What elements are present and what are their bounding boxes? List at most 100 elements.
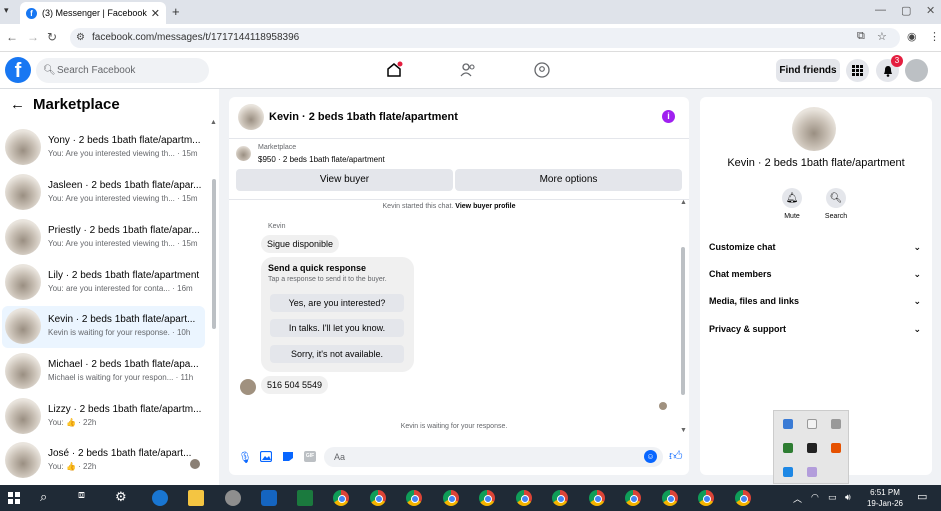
wifi-icon[interactable]: ◠ <box>811 492 819 503</box>
maximize-icon[interactable]: ▢ <box>901 4 911 17</box>
tray-app-icon[interactable] <box>783 467 793 477</box>
chrome-icon[interactable] <box>370 490 386 506</box>
tray-app-icon[interactable] <box>783 419 793 429</box>
home-icon[interactable] <box>385 61 403 79</box>
settings-gear-icon[interactable]: ⚙ <box>115 489 127 505</box>
conversation-item[interactable]: Priestly · 2 beds 1bath flate/apar... Yo… <box>2 217 205 259</box>
chrome-icon[interactable] <box>552 490 568 506</box>
scroll-up-icon[interactable]: ▲ <box>680 199 687 206</box>
chat-title[interactable]: Kevin · 2 beds 1bath flate/apartment <box>269 111 458 123</box>
app-icon[interactable] <box>225 490 241 506</box>
bookmark-star-icon[interactable]: ☆ <box>877 30 887 43</box>
thumbs-up-icon[interactable]: 👍︎ <box>669 448 683 464</box>
menu-grid-icon[interactable] <box>846 59 869 82</box>
facebook-logo[interactable]: f <box>5 57 31 83</box>
minimize-icon[interactable]: — <box>875 4 886 16</box>
chat-scrollbar[interactable] <box>681 247 685 395</box>
tab-search-icon[interactable]: ▾ <box>4 5 9 16</box>
conversation-list-scrollbar[interactable] <box>212 179 216 329</box>
windows-start-icon[interactable] <box>8 492 20 504</box>
battery-icon[interactable]: ▭ <box>828 492 837 503</box>
back-icon[interactable]: ← <box>6 30 18 44</box>
outlook-icon[interactable] <box>261 490 277 506</box>
profile-icon[interactable]: ◉ <box>907 30 917 43</box>
chrome-icon[interactable] <box>662 490 678 506</box>
conversation-item-active[interactable]: Kevin · 2 beds 1bath flate/apart... Kevi… <box>2 306 205 348</box>
listing-price-title[interactable]: $950 · 2 beds 1bath flate/apartment <box>258 155 385 164</box>
url-field[interactable]: ⚙ facebook.com/messages/t/17171441189583… <box>70 28 900 48</box>
account-avatar[interactable] <box>905 59 928 82</box>
taskbar-search-icon[interactable]: ⌕ <box>40 489 47 505</box>
cast-icon[interactable]: ⧉ <box>857 30 865 43</box>
chat-members-row[interactable]: Chat members ⌄ <box>709 264 923 284</box>
view-buyer-profile-link[interactable]: View buyer profile <box>455 203 515 210</box>
chrome-icon[interactable] <box>625 490 641 506</box>
tab-close-icon[interactable]: ✕ <box>151 7 160 20</box>
task-view-icon[interactable]: ⧈ <box>78 489 85 502</box>
sticker-icon[interactable] <box>282 451 294 462</box>
conversation-item[interactable]: Michael · 2 beds 1bath flate/apa... Mich… <box>2 351 205 393</box>
search-button[interactable]: 🔍︎ Search <box>816 188 856 220</box>
taskbar-clock[interactable]: 6:51 PM 19-Jan-26 <box>860 487 910 509</box>
chat-avatar[interactable] <box>238 104 264 130</box>
microphone-icon[interactable]: 🎙︎ <box>238 451 252 464</box>
media-files-row[interactable]: Media, files and links ⌄ <box>709 291 923 311</box>
customize-chat-row[interactable]: Customize chat ⌄ <box>709 237 923 257</box>
find-friends-button[interactable]: Find friends <box>776 59 840 82</box>
notification-center-icon[interactable]: ▭ <box>917 490 927 503</box>
quick-response-option[interactable]: In talks. I'll let you know. <box>270 319 404 337</box>
quick-response-option[interactable]: Yes, are you interested? <box>270 294 404 312</box>
more-options-button[interactable]: More options <box>455 169 682 191</box>
new-tab-button[interactable]: + <box>172 4 180 19</box>
privacy-support-row[interactable]: Privacy & support ⌄ <box>709 319 923 339</box>
conversation-item[interactable]: Lily · 2 beds 1bath flate/apartment You:… <box>2 262 205 304</box>
chrome-icon[interactable] <box>516 490 532 506</box>
tray-app-icon[interactable] <box>807 467 817 477</box>
edge-icon[interactable] <box>152 490 168 506</box>
scroll-up-icon[interactable]: ▲ <box>210 119 217 126</box>
conversation-item[interactable]: José · 2 beds 1bath flate/apart... You: … <box>2 440 205 482</box>
scroll-down-icon[interactable]: ▼ <box>680 427 687 434</box>
volume-icon[interactable]: 🔊︎ <box>845 492 851 503</box>
chrome-icon[interactable] <box>443 490 459 506</box>
photo-icon[interactable] <box>260 451 272 462</box>
chrome-icon[interactable] <box>479 490 495 506</box>
tray-app-icon[interactable] <box>807 419 817 429</box>
quick-response-option[interactable]: Sorry, it's not available. <box>270 345 404 363</box>
seen-avatar <box>190 459 200 469</box>
back-arrow-icon[interactable]: ← <box>10 96 25 113</box>
chevron-down-icon: ⌄ <box>913 242 921 252</box>
file-explorer-icon[interactable] <box>188 490 204 506</box>
cloud-icon[interactable] <box>831 419 841 429</box>
tray-app-icon[interactable] <box>807 443 817 453</box>
tray-app-icon[interactable] <box>783 443 793 453</box>
listing-thumbnail <box>5 219 41 255</box>
facebook-search-input[interactable]: 🔍︎ Search Facebook <box>36 58 209 83</box>
reload-icon[interactable]: ↻ <box>47 30 57 44</box>
conversation-snippet: You: 👍 · 22h <box>48 418 97 427</box>
conversation-item[interactable]: Yony · 2 beds 1bath flate/apartm... You:… <box>2 127 205 169</box>
browser-tab[interactable]: f (3) Messenger | Facebook ✕ <box>20 2 166 24</box>
chrome-icon[interactable] <box>735 490 751 506</box>
view-buyer-button[interactable]: View buyer <box>236 169 453 191</box>
conversation-item[interactable]: Lizzy · 2 beds 1bath flate/apartm... You… <box>2 396 205 438</box>
forward-icon[interactable]: → <box>27 30 39 44</box>
chrome-icon[interactable] <box>698 490 714 506</box>
chrome-icon[interactable] <box>406 490 422 506</box>
message-input[interactable]: Aa <box>324 447 663 467</box>
browser-menu-icon[interactable]: ⋮ <box>929 30 940 43</box>
chrome-icon[interactable] <box>589 490 605 506</box>
excel-icon[interactable] <box>297 490 313 506</box>
emoji-icon[interactable]: ☺ <box>644 450 657 463</box>
friends-icon[interactable] <box>459 61 477 79</box>
chrome-icon[interactable] <box>333 490 349 506</box>
site-info-icon[interactable]: ⚙ <box>76 28 85 48</box>
conversation-item[interactable]: Jasleen · 2 beds 1bath flate/apar... You… <box>2 172 205 214</box>
show-hidden-icons-chevron-icon[interactable]: ︿ <box>793 492 802 505</box>
window-close-icon[interactable]: ✕ <box>926 4 935 17</box>
gif-icon[interactable]: GIF <box>304 451 316 462</box>
info-icon[interactable]: i <box>662 110 675 123</box>
tray-app-icon[interactable] <box>831 443 841 453</box>
groups-icon[interactable] <box>533 61 551 79</box>
mute-button[interactable]: 🔔︎ Mute <box>772 188 812 220</box>
